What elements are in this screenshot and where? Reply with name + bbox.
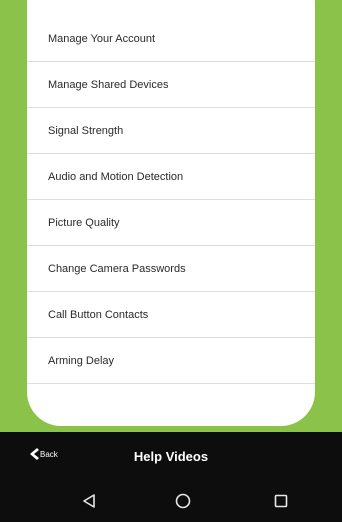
menu-item-label: Signal Strength (48, 124, 124, 137)
menu-item-label: Arming Delay (48, 354, 115, 367)
help-menu-card: Manage Your Account Manage Shared Device… (27, 0, 315, 426)
menu-item-audio-motion-detection[interactable]: Audio and Motion Detection (27, 154, 315, 200)
menu-item-label: Manage Your Account (48, 32, 156, 45)
menu-item-label: Picture Quality (48, 216, 120, 229)
android-nav-bar (0, 482, 342, 520)
chevron-left-icon (30, 448, 39, 460)
menu-item-arming-delay[interactable]: Arming Delay (27, 338, 315, 384)
title-row: Back Help Videos (0, 432, 342, 480)
bottom-bar: Back Help Videos (0, 432, 342, 522)
back-label: Back (40, 449, 58, 459)
nav-recents-button[interactable] (268, 488, 294, 514)
menu-item-call-button-contacts[interactable]: Call Button Contacts (27, 292, 315, 338)
menu-item-label: Manage Shared Devices (48, 78, 169, 91)
menu-item-manage-account[interactable]: Manage Your Account (27, 16, 315, 62)
page-title: Help Videos (133, 448, 209, 464)
menu-item-label: Change Camera Passwords (48, 262, 186, 275)
menu-item-label: Call Button Contacts (48, 308, 149, 321)
menu-item-manage-shared-devices[interactable]: Manage Shared Devices (27, 62, 315, 108)
menu-item-label: Audio and Motion Detection (48, 170, 184, 183)
nav-back-button[interactable] (76, 488, 102, 514)
menu-item-signal-strength[interactable]: Signal Strength (27, 108, 315, 154)
triangle-back-icon (83, 494, 95, 508)
menu-item-picture-quality[interactable]: Picture Quality (27, 200, 315, 246)
help-topic-list: Manage Your Account Manage Shared Device… (27, 16, 315, 384)
circle-home-icon (175, 493, 191, 509)
menu-item-change-camera-passwords[interactable]: Change Camera Passwords (27, 246, 315, 292)
back-button[interactable]: Back (30, 448, 58, 460)
nav-home-button[interactable] (170, 488, 196, 514)
square-recents-icon (274, 494, 288, 508)
